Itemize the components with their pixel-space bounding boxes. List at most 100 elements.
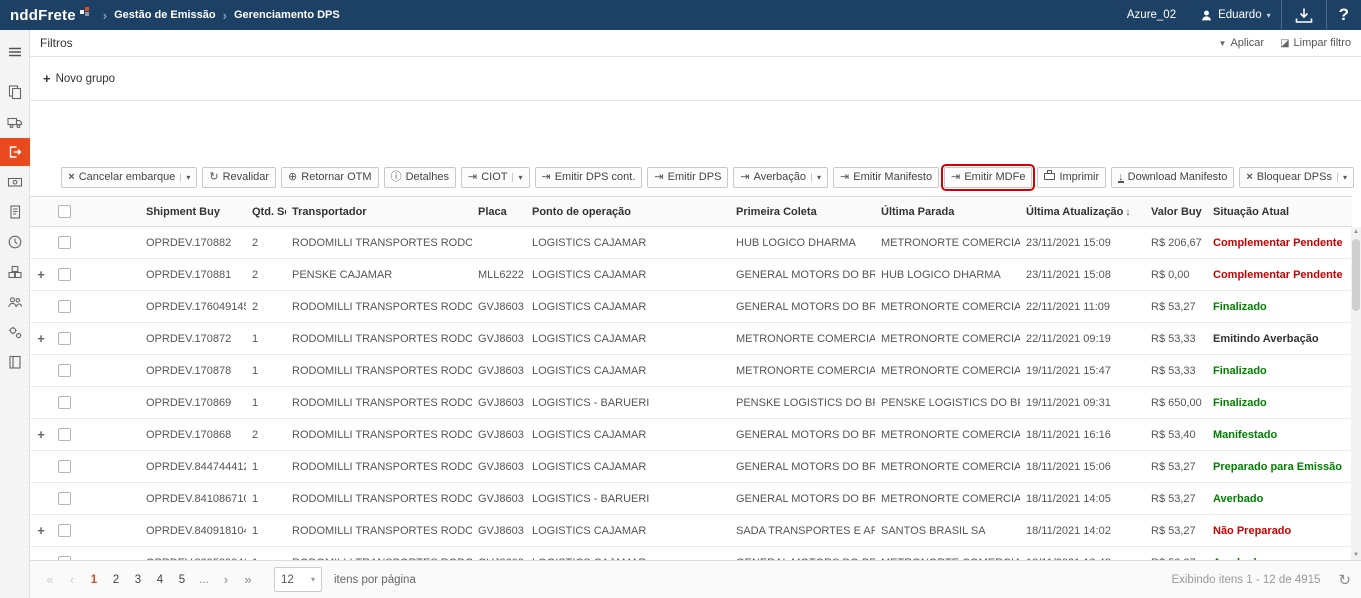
dropdown-caret-icon[interactable] [811, 173, 821, 182]
next-page-button[interactable]: › [216, 572, 236, 587]
sidebar-item-payments[interactable] [0, 168, 30, 196]
toolbar-button[interactable]: Bloquear DPSs [1239, 167, 1354, 188]
toolbar-button[interactable]: Emitir DPS [647, 167, 728, 188]
table-row[interactable]: OPRDEV.176049145 2 RODOMILLI TRANSPORTES… [30, 291, 1352, 323]
sidebar-item-history[interactable] [0, 228, 30, 256]
row-checkbox[interactable] [58, 300, 71, 313]
row-checkbox[interactable] [58, 492, 71, 505]
toolbar-button[interactable]: Imprimir [1037, 167, 1106, 188]
sidebar-item-documents[interactable] [0, 78, 30, 106]
sidebar-item-shipments[interactable] [0, 108, 30, 136]
page-number[interactable]: 5 [172, 574, 192, 586]
row-expand-toggle[interactable] [30, 547, 52, 561]
last-page-button[interactable]: » [238, 572, 258, 587]
col-ultima-parada[interactable]: Última Parada [875, 197, 1020, 227]
table-row[interactable]: + OPRDEV.170872 1 RODOMILLI TRANSPORTES … [30, 323, 1352, 355]
app-logo[interactable]: nddFrete [10, 7, 89, 24]
table-row[interactable]: + OPRDEV.170868 2 RODOMILLI TRANSPORTES … [30, 419, 1352, 451]
table-row[interactable]: OPRDEV.844744412 1 RODOMILLI TRANSPORTES… [30, 451, 1352, 483]
toolbar-button[interactable]: Download Manifesto [1111, 167, 1234, 188]
user-menu[interactable]: Eduardo ▾ [1190, 0, 1281, 30]
help-button[interactable]: ? [1326, 0, 1361, 30]
row-expand-toggle[interactable] [30, 291, 52, 323]
row-expand-toggle[interactable] [30, 355, 52, 387]
apply-filter-button[interactable]: ▼ Aplicar [1219, 37, 1265, 49]
prev-page-button[interactable]: ‹ [62, 572, 82, 587]
dropdown-caret-icon[interactable] [1337, 173, 1347, 182]
toolbar-button[interactable]: Revalidar [202, 167, 276, 188]
dropdown-caret-icon[interactable] [512, 173, 522, 182]
page-number[interactable]: 3 [128, 574, 148, 586]
dropdown-caret-icon[interactable] [180, 173, 190, 182]
sidebar-item-emission[interactable] [0, 138, 30, 166]
select-all-checkbox[interactable] [58, 205, 71, 218]
row-checkbox[interactable] [58, 364, 71, 377]
row-checkbox[interactable] [58, 524, 71, 537]
logo-text: nddFrete [10, 7, 76, 24]
col-primeira-coleta[interactable]: Primeira Coleta [730, 197, 875, 227]
refresh-button[interactable]: ↻ [1338, 571, 1351, 589]
col-situacao-atual[interactable]: Situação Atual [1207, 197, 1352, 227]
page-number[interactable]: 4 [150, 574, 170, 586]
col-transportador[interactable]: Transportador [286, 197, 472, 227]
row-checkbox[interactable] [58, 428, 71, 441]
sidebar-item-ledger[interactable] [0, 348, 30, 376]
sidebar-item-packages[interactable] [0, 258, 30, 286]
row-expand-toggle[interactable]: + [30, 515, 52, 547]
clear-filter-button[interactable]: ◪ Limpar filtro [1280, 37, 1351, 49]
page-number[interactable]: ... [194, 574, 214, 586]
row-expand-toggle[interactable] [30, 387, 52, 419]
toolbar-button[interactable]: CIOT [461, 167, 530, 188]
toolbar-button[interactable]: Emitir Manifesto [833, 167, 939, 188]
toolbar-button[interactable]: Cancelar embarque [61, 167, 197, 188]
row-expand-toggle[interactable] [30, 483, 52, 515]
toolbar-button[interactable]: Detalhes [384, 167, 456, 188]
row-expand-toggle[interactable]: + [30, 259, 52, 291]
table-row[interactable]: OPRDEV.839589946 1 RODOMILLI TRANSPORTES… [30, 547, 1352, 561]
row-expand-toggle[interactable]: + [30, 419, 52, 451]
table-row[interactable]: + OPRDEV.170881 2 PENSKE CAJAMAR MLL6222… [30, 259, 1352, 291]
col-qtd-sell[interactable]: Qtd. Sell [246, 197, 286, 227]
toolbar-button[interactable]: Averbação [733, 167, 828, 188]
col-valor-buy[interactable]: Valor Buy [1145, 197, 1207, 227]
table-row[interactable]: OPRDEV.170869 1 RODOMILLI TRANSPORTES RO… [30, 387, 1352, 419]
row-expand-toggle[interactable] [30, 227, 52, 259]
page-number[interactable]: 1 [84, 574, 104, 586]
col-ultima-atualizacao[interactable]: Última Atualização↓ [1020, 197, 1145, 227]
row-checkbox[interactable] [58, 556, 71, 560]
breadcrumb-gerenciamento-dps[interactable]: Gerenciamento DPS [234, 9, 340, 21]
sidebar-item-invoices[interactable] [0, 198, 30, 226]
page-size-select[interactable]: 12 ▾ [274, 567, 322, 592]
row-checkbox[interactable] [58, 332, 71, 345]
download-center-button[interactable] [1281, 0, 1326, 30]
breadcrumb-gestao-emissao[interactable]: Gestão de Emissão [114, 9, 216, 21]
cell-ultima-parada: METRONORTE COMERCIAL DE V... [875, 419, 1020, 451]
col-placa[interactable]: Placa [472, 197, 526, 227]
page-number[interactable]: 2 [106, 574, 126, 586]
row-checkbox[interactable] [58, 268, 71, 281]
scroll-down-icon[interactable]: ▼ [1351, 552, 1361, 558]
table-row[interactable]: OPRDEV.170882 2 RODOMILLI TRANSPORTES RO… [30, 227, 1352, 259]
table-row[interactable]: + OPRDEV.840918104 1 RODOMILLI TRANSPORT… [30, 515, 1352, 547]
table-row[interactable]: OPRDEV.841086710 1 RODOMILLI TRANSPORTES… [30, 483, 1352, 515]
col-ponto-operacao[interactable]: Ponto de operação [526, 197, 730, 227]
toolbar-button[interactable]: Emitir MDFe [944, 167, 1032, 188]
sidebar-menu-toggle[interactable] [0, 38, 30, 66]
table-row[interactable]: OPRDEV.170878 1 RODOMILLI TRANSPORTES RO… [30, 355, 1352, 387]
sidebar-item-settings[interactable] [0, 318, 30, 346]
row-checkbox[interactable] [58, 396, 71, 409]
new-group-button[interactable]: + Novo grupo [43, 71, 115, 86]
cell-shipment-buy: OPRDEV.170881 [140, 259, 246, 291]
scroll-up-icon[interactable]: ▲ [1351, 229, 1361, 235]
sidebar-item-users[interactable] [0, 288, 30, 316]
toolbar-button[interactable]: Retornar OTM [281, 167, 379, 188]
scrollbar-thumb[interactable] [1352, 239, 1360, 311]
toolbar-button[interactable]: Emitir DPS cont. [535, 167, 643, 188]
first-page-button[interactable]: « [40, 572, 60, 587]
row-checkbox[interactable] [58, 236, 71, 249]
row-expand-toggle[interactable] [30, 451, 52, 483]
vertical-scrollbar[interactable]: ▲ ▼ [1351, 227, 1361, 560]
row-checkbox[interactable] [58, 460, 71, 473]
row-expand-toggle[interactable]: + [30, 323, 52, 355]
col-shipment-buy[interactable]: Shipment Buy [140, 197, 246, 227]
